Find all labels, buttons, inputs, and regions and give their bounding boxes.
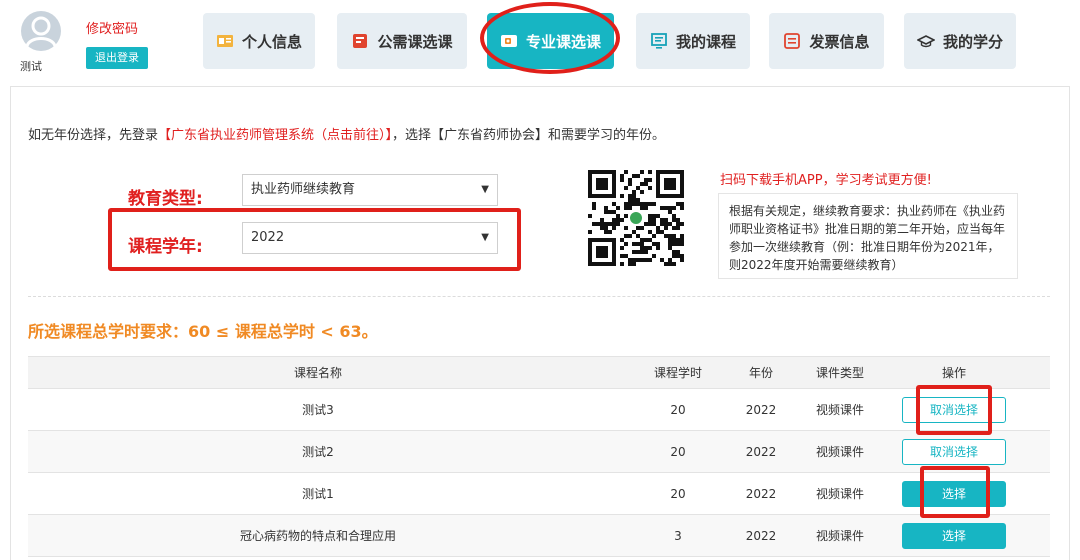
select-button[interactable]: 选择 [902, 522, 1006, 549]
course-year: 2022 [745, 528, 777, 543]
pharmacist-system-link[interactable]: 【广东省执业药师管理系统（点击前往）】 [158, 128, 392, 143]
user-icon [21, 11, 61, 51]
table-row: 测试3 20 2022 视频课件 取消选择 [28, 389, 1050, 431]
dashed-divider [28, 296, 1050, 297]
table-header-row: 课程名称 课程学时 年份 课件类型 操作 [28, 356, 1050, 389]
tab-label: 发票信息 [809, 32, 870, 51]
username: 测试 [20, 60, 42, 73]
education-type-select[interactable]: 执业药师继续教育 ▼ [242, 174, 498, 206]
course-year: 2022 [745, 402, 777, 417]
tab-invoice-info[interactable]: 发票信息 [769, 13, 884, 69]
header-course-hours: 课程学时 [653, 366, 702, 380]
total-hours-requirement: 所选课程总学时要求：60 ≤ 课程总学时 < 63。 [28, 322, 378, 341]
notice-suffix: ，选择【广东省药师协会】和需要学习的年份。 [392, 128, 666, 143]
avatar[interactable] [20, 10, 62, 52]
course-hours: 20 [670, 444, 686, 459]
table-row: 测试2 20 2022 视频课件 取消选择 [28, 431, 1050, 473]
tab-label: 我的学分 [942, 32, 1003, 51]
courseware-type: 视频课件 [815, 445, 864, 459]
operation-cell: 选择 [898, 515, 1010, 556]
qr-code-icon[interactable] [588, 170, 684, 266]
graduation-cap-icon [916, 35, 935, 48]
course-hours: 20 [670, 402, 686, 417]
tab-public-courses[interactable]: 公需课选课 [337, 13, 467, 69]
panel-border [1069, 86, 1070, 560]
header-operation: 操作 [941, 366, 966, 380]
logout-button[interactable]: 退出登录 [86, 47, 148, 69]
course-hours: 20 [670, 486, 686, 501]
monitor-icon [651, 33, 667, 49]
courseware-type: 视频课件 [815, 529, 864, 543]
tab-label: 公需课选课 [377, 32, 453, 51]
course-name: 测试2 [302, 445, 334, 459]
continuing-education-rule: 根据有关规定，继续教育要求：执业药师在《执业药师职业资格证书》批准日期的第二年开… [718, 193, 1018, 279]
notice-prefix: 如无年份选择，先登录 [28, 128, 159, 143]
course-name: 测试1 [302, 487, 334, 501]
header-courseware-type: 课件类型 [815, 366, 864, 380]
tab-personal-info[interactable]: 个人信息 [203, 13, 315, 69]
app-download-promo: 扫码下载手机APP，学习考试更方便! [720, 173, 932, 188]
table-row: 测试1 20 2022 视频课件 选择 [28, 473, 1050, 515]
course-year: 2022 [745, 444, 777, 459]
courseware-type: 视频课件 [815, 487, 864, 501]
panel-border [10, 86, 1070, 87]
courseware-type: 视频课件 [815, 403, 864, 417]
tab-my-courses[interactable]: 我的课程 [636, 13, 750, 69]
highlight-rect-select [920, 466, 990, 518]
highlight-rect-deselect [916, 385, 992, 435]
highlight-rect-year [108, 208, 521, 271]
course-hours: 3 [674, 528, 682, 543]
course-year: 2022 [745, 486, 777, 501]
header-year: 年份 [748, 366, 773, 380]
invoice-icon [784, 33, 801, 49]
course-table: 课程名称 课程学时 年份 课件类型 操作 测试3 20 2022 视频课件 取消… [28, 356, 1050, 557]
course-name: 冠心病药物的特点和合理应用 [239, 529, 396, 543]
course-name: 测试3 [302, 403, 334, 417]
book-icon [353, 34, 368, 48]
tab-label: 我的课程 [675, 32, 736, 51]
year-notice: 如无年份选择，先登录【广东省执业药师管理系统（点击前往）】，选择【广东省药师协会… [28, 124, 665, 143]
header-course-name: 课程名称 [293, 366, 342, 380]
education-type-label: 教育类型: [128, 189, 203, 209]
table-row: 冠心病药物的特点和合理应用 3 2022 视频课件 选择 [28, 515, 1050, 557]
deselect-button[interactable]: 取消选择 [902, 438, 1006, 465]
select-value: 执业药师继续教育 [251, 182, 356, 197]
id-card-icon [216, 35, 233, 47]
tab-my-credits[interactable]: 我的学分 [904, 13, 1016, 69]
tab-label: 个人信息 [241, 32, 302, 51]
panel-border [10, 86, 11, 560]
caret-down-icon: ▼ [481, 184, 489, 195]
change-password-link[interactable]: 修改密码 [86, 18, 138, 37]
highlight-ellipse [480, 2, 620, 74]
